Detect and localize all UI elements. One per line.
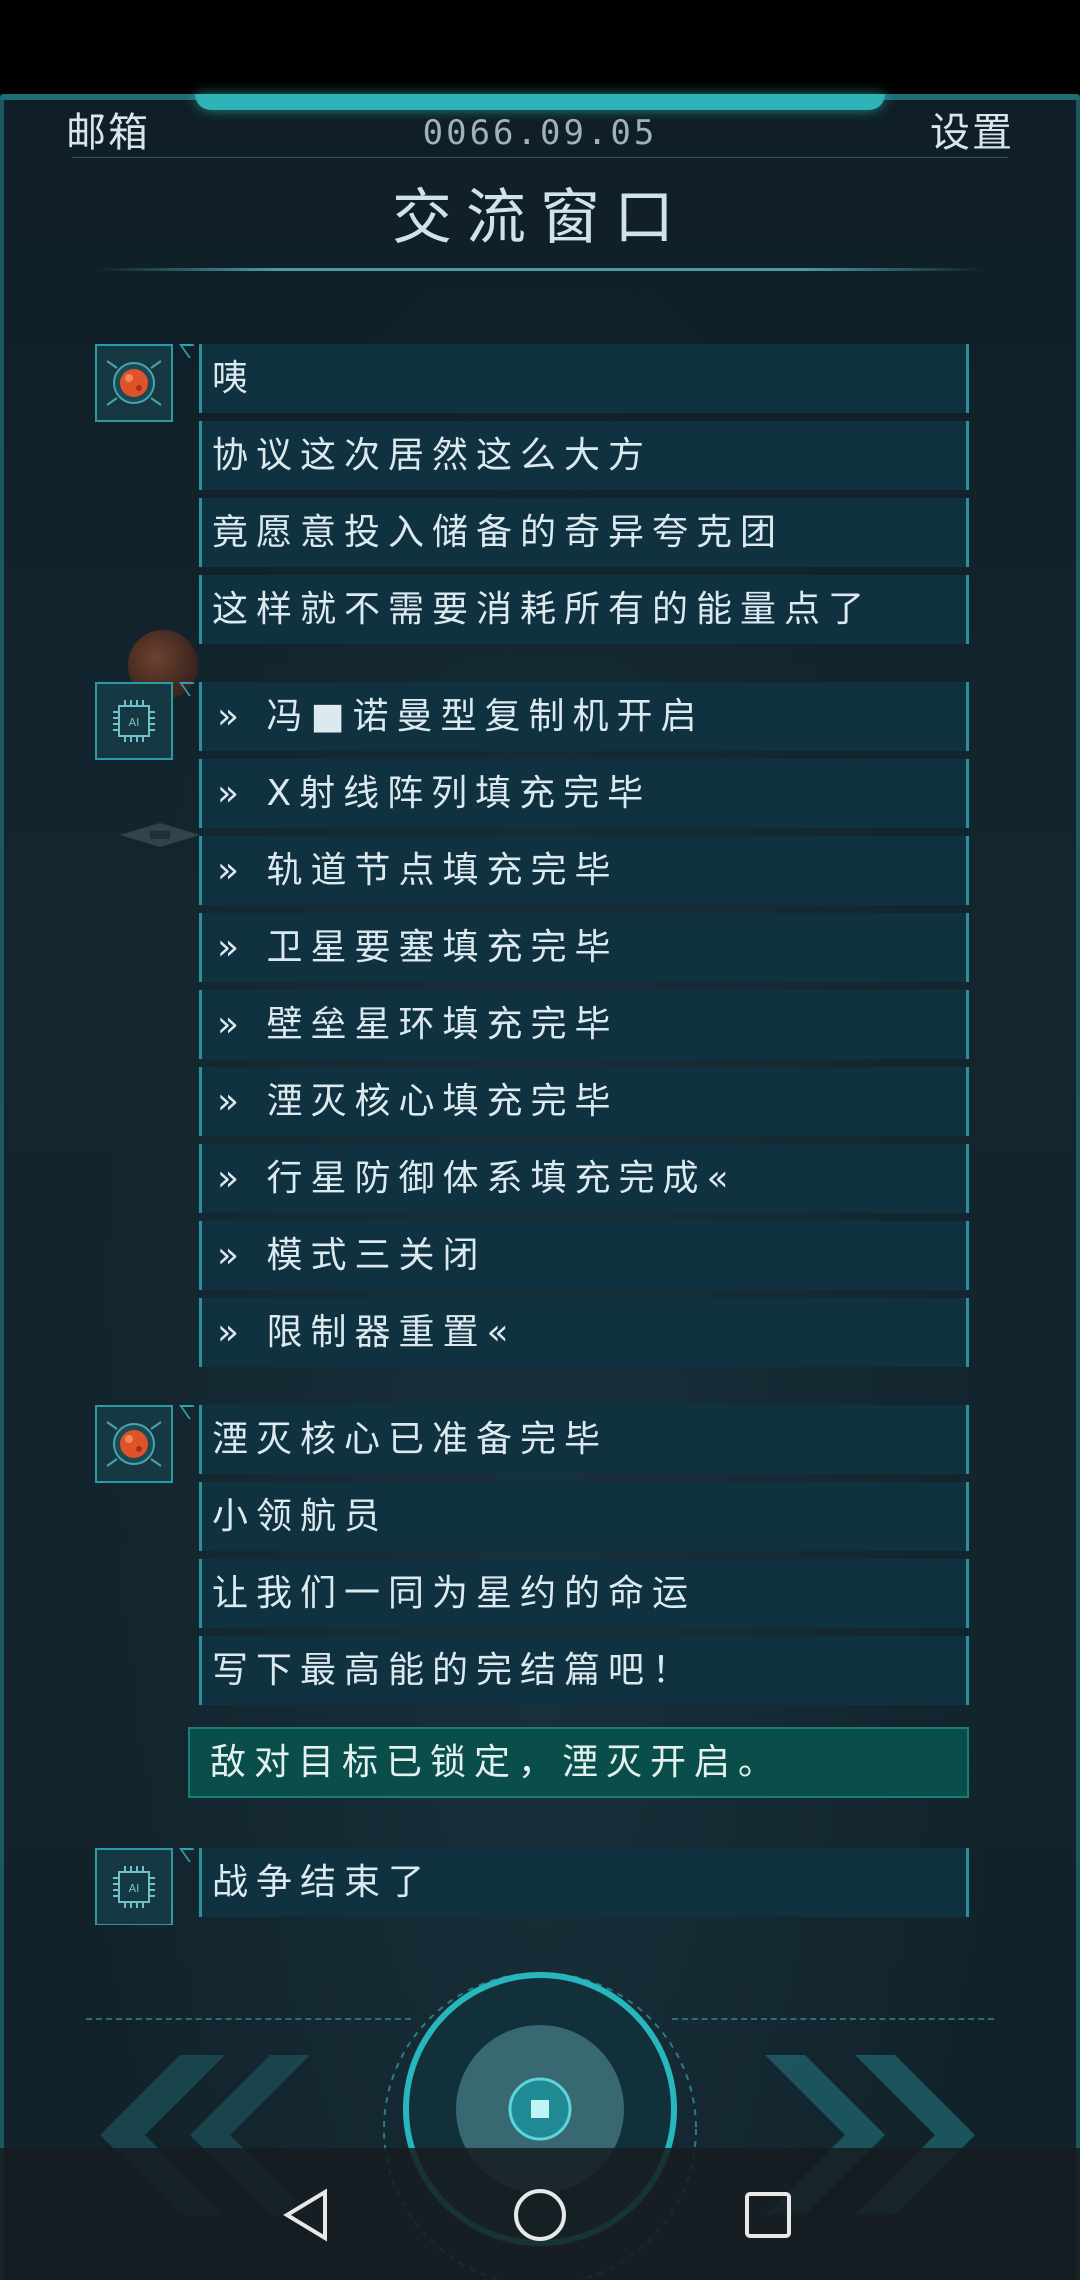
svg-text:AI: AI bbox=[129, 716, 140, 729]
system-log-bubble: » X射线阵列填充完毕 bbox=[199, 759, 969, 828]
planet-avatar bbox=[95, 1405, 173, 1483]
message-bubble: 让我们一同为星约的命运 bbox=[199, 1559, 969, 1628]
system-log-bubble: » 限制器重置« bbox=[199, 1298, 969, 1367]
triangle-back-icon[interactable] bbox=[275, 2180, 345, 2250]
svg-text:AI: AI bbox=[129, 1882, 140, 1895]
system-log-bubble: » 壁垒星环填充完毕 bbox=[199, 990, 969, 1059]
control-divider-right bbox=[672, 2018, 994, 2020]
message-bubble: 协议这次居然这么大方 bbox=[199, 421, 969, 490]
message-bubble: 咦 bbox=[199, 344, 969, 413]
system-log-bubble: » 湮灭核心填充完毕 bbox=[199, 1067, 969, 1136]
circle-home-icon[interactable] bbox=[505, 2180, 575, 2250]
ai-avatar: AI bbox=[95, 1848, 173, 1925]
message-bubble: 这样就不需要消耗所有的能量点了 bbox=[199, 575, 969, 644]
system-log-bubble: » 轨道节点填充完毕 bbox=[199, 836, 969, 905]
system-log-bubble: » 模式三关闭 bbox=[199, 1221, 969, 1290]
planet-avatar bbox=[95, 344, 173, 422]
message-bubble: 湮灭核心已准备完毕 bbox=[199, 1405, 969, 1474]
chat-log[interactable]: 咦 协议这次居然这么大方 竟愿意投入储备的奇异夸克团 这样就不需要消耗所有的能量… bbox=[0, 0, 1080, 1925]
square-recents-icon[interactable] bbox=[733, 2180, 803, 2250]
control-divider-left bbox=[86, 2018, 411, 2020]
ai-avatar: AI bbox=[95, 682, 173, 760]
message-bubble: 写下最高能的完结篇吧！ bbox=[199, 1636, 969, 1705]
system-nav-bar bbox=[0, 2148, 1080, 2280]
message-bubble: 小领航员 bbox=[199, 1482, 969, 1551]
system-log-bubble: » 冯■诺曼型复制机开启 bbox=[199, 682, 969, 751]
system-log-bubble: » 卫星要塞填充完毕 bbox=[199, 913, 969, 982]
app-screen: 邮箱 0066.09.05 设置 交流窗口 咦 协议这次居然这么大方 竟愿意投入… bbox=[0, 0, 1080, 2280]
system-log-bubble: » 行星防御体系填充完成« bbox=[199, 1144, 969, 1213]
message-bubble: 战争结束了 bbox=[199, 1848, 969, 1917]
reply-option[interactable]: 敌对目标已锁定，湮灭开启。 bbox=[188, 1727, 969, 1798]
message-bubble: 竟愿意投入储备的奇异夸克团 bbox=[199, 498, 969, 567]
